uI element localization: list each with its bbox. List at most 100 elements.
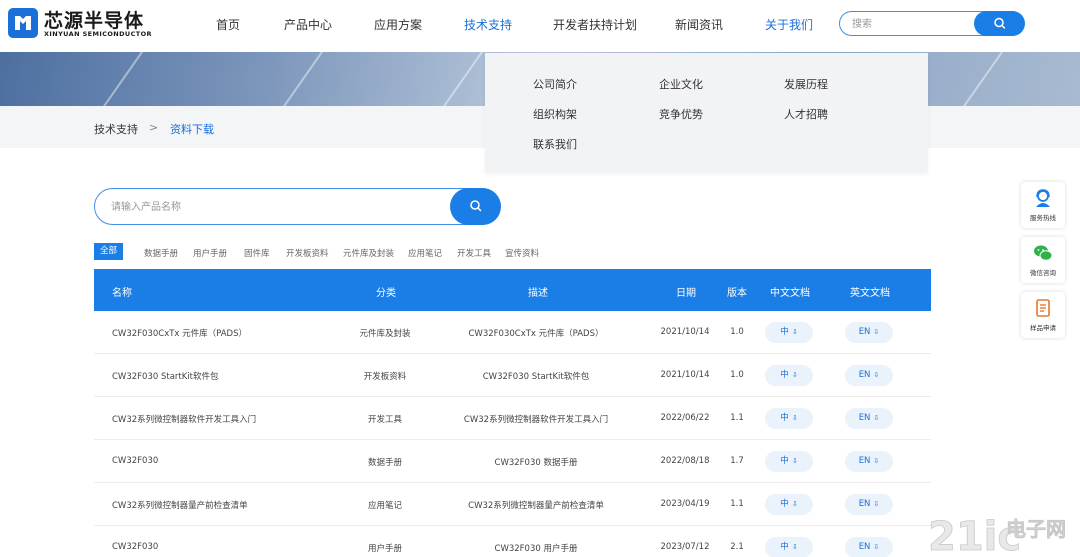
table-header: 名称 分类 描述 日期 版本 中文文档 英文文档 <box>94 269 931 311</box>
wechat-icon <box>1034 245 1053 261</box>
cn-doc-download-button[interactable]: 中 ⇩ <box>765 365 813 386</box>
en-doc-label: EN <box>858 370 871 380</box>
cell-category: 开发工具 <box>367 415 403 425</box>
cell-description: CW32F030 用户手册 <box>494 544 578 554</box>
tab-dev-tools[interactable]: 开发工具 <box>457 247 491 259</box>
breadcrumb-current[interactable]: 资料下载 <box>170 121 214 137</box>
cell-version: 1.1 <box>730 413 744 423</box>
dropdown-item-history[interactable]: 发展历程 <box>784 76 828 92</box>
dropdown-item-advantages[interactable]: 竞争优势 <box>659 106 703 122</box>
cell-description: CW32F030CxTx 元件库（PADS） <box>468 329 604 339</box>
table-row: CW32系列微控制器量产前检查清单 应用笔记 CW32系列微控制器量产前检查清单 20… <box>94 483 931 526</box>
download-icon: ⇩ <box>873 543 880 551</box>
nav-item-products[interactable]: 产品中心 <box>284 16 332 33</box>
cn-doc-label: 中 <box>780 499 789 509</box>
side-sample-label: 样品申请 <box>1030 324 1056 332</box>
dropdown-item-culture[interactable]: 企业文化 <box>659 76 703 92</box>
table-row: CW32F030 StartKit软件包 开发板资料 CW32F030 StartK… <box>94 354 931 397</box>
sample-form-icon <box>1036 299 1050 317</box>
en-doc-label: EN <box>858 413 871 423</box>
cell-date: 2022/06/22 <box>660 413 710 423</box>
dropdown-item-careers[interactable]: 人才招聘 <box>784 106 828 122</box>
en-doc-download-button[interactable]: EN ⇩ <box>845 494 893 515</box>
download-icon: ⇩ <box>791 457 798 465</box>
tab-user-manual[interactable]: 用户手册 <box>193 247 227 259</box>
cn-doc-label: 中 <box>780 456 789 466</box>
download-icon: ⇩ <box>873 500 880 508</box>
cn-doc-download-button[interactable]: 中 ⇩ <box>765 537 813 557</box>
search-icon <box>994 17 1006 29</box>
customer-service-icon <box>1036 189 1050 207</box>
tab-app-notes[interactable]: 应用笔记 <box>408 247 442 259</box>
dropdown-item-organization[interactable]: 组织构架 <box>533 106 577 122</box>
download-icon: ⇩ <box>791 500 798 508</box>
cn-doc-label: 中 <box>780 327 789 337</box>
tab-component-library[interactable]: 元件库及封装 <box>343 247 394 259</box>
dropdown-item-company-profile[interactable]: 公司简介 <box>533 76 577 92</box>
product-search <box>94 188 501 225</box>
nav-item-solutions[interactable]: 应用方案 <box>374 16 422 33</box>
cell-version: 1.1 <box>730 499 744 509</box>
cell-date: 2021/10/14 <box>660 327 710 337</box>
cell-category: 应用笔记 <box>367 501 403 511</box>
column-header-date: 日期 <box>676 288 696 299</box>
en-doc-label: EN <box>858 327 871 337</box>
side-hotline-button[interactable]: 服务热线 <box>1021 182 1065 228</box>
en-doc-download-button[interactable]: EN ⇩ <box>845 408 893 429</box>
side-sample-button[interactable]: 样品申请 <box>1021 292 1065 338</box>
cell-name: CW32系列微控制器量产前检查清单 <box>112 501 248 511</box>
nav-item-news[interactable]: 新闻资讯 <box>675 16 723 33</box>
nav-item-tech-support[interactable]: 技术支持 <box>464 16 512 33</box>
cell-name: CW32F030 <box>112 456 159 466</box>
column-header-category: 分类 <box>376 288 396 299</box>
cell-name: CW32F030 <box>112 542 159 552</box>
nav-item-about-us[interactable]: 关于我们 <box>765 16 813 33</box>
download-icon: ⇩ <box>873 371 880 379</box>
cn-doc-label: 中 <box>780 542 789 552</box>
nav-item-home[interactable]: 首页 <box>216 16 240 33</box>
table-row: CW32F030CxTx 元件库（PADS） 元件库及封装 CW32F030CxTx… <box>94 311 931 354</box>
download-icon: ⇩ <box>873 457 880 465</box>
cn-doc-download-button[interactable]: 中 ⇩ <box>765 451 813 472</box>
watermark-logo: 21ic 电子网 <box>928 514 1066 556</box>
en-doc-download-button[interactable]: EN ⇩ <box>845 322 893 343</box>
table-row: CW32系列微控制器软件开发工具入门 开发工具 CW32系列微控制器软件开发工具入门… <box>94 397 931 440</box>
cell-category: 元件库及封装 <box>359 329 411 339</box>
cell-category: 开发板资料 <box>363 372 407 382</box>
breadcrumb-parent[interactable]: 技术支持 <box>94 121 138 137</box>
tab-devboard[interactable]: 开发板资料 <box>286 247 329 259</box>
cn-doc-download-button[interactable]: 中 ⇩ <box>765 322 813 343</box>
column-header-version: 版本 <box>727 288 747 299</box>
download-icon: ⇩ <box>791 414 798 422</box>
logo-icon[interactable] <box>8 8 38 38</box>
en-doc-download-button[interactable]: EN ⇩ <box>845 537 893 557</box>
cell-description: CW32系列微控制器量产前检查清单 <box>468 501 604 511</box>
cell-name: CW32F030CxTx 元件库（PADS） <box>112 329 247 339</box>
cn-doc-download-button[interactable]: 中 ⇩ <box>765 408 813 429</box>
tab-all[interactable]: 全部 <box>94 243 124 260</box>
download-icon: ⇩ <box>873 328 880 336</box>
header-search-button[interactable] <box>974 11 1025 36</box>
product-search-button[interactable] <box>450 188 501 225</box>
nav-item-developer-program[interactable]: 开发者扶持计划 <box>553 16 637 33</box>
product-search-input[interactable] <box>111 199 411 215</box>
brand-name[interactable]: 芯源半导体 <box>44 6 144 33</box>
en-doc-label: EN <box>858 499 871 509</box>
cn-doc-label: 中 <box>780 370 789 380</box>
tab-promo[interactable]: 宣传资料 <box>505 247 539 259</box>
column-header-cn-doc: 中文文档 <box>770 288 810 299</box>
table-row: CW32F030 用户手册 CW32F030 用户手册 2023/07/12 2.1 中 ⇩… <box>94 526 931 557</box>
cell-date: 2022/08/18 <box>660 456 710 466</box>
cell-version: 1.0 <box>730 370 744 380</box>
side-wechat-button[interactable]: 微信咨询 <box>1021 237 1065 283</box>
tab-firmware[interactable]: 固件库 <box>244 247 270 259</box>
en-doc-download-button[interactable]: EN ⇩ <box>845 451 893 472</box>
en-doc-download-button[interactable]: EN ⇩ <box>845 365 893 386</box>
tab-datasheet[interactable]: 数据手册 <box>144 247 178 259</box>
cn-doc-download-button[interactable]: 中 ⇩ <box>765 494 813 515</box>
header-search-input[interactable] <box>852 16 972 32</box>
table-row: CW32F030 数据手册 CW32F030 数据手册 2022/08/18 1.7 中 ⇩… <box>94 440 931 483</box>
dropdown-item-contact[interactable]: 联系我们 <box>533 136 577 152</box>
cn-doc-label: 中 <box>780 413 789 423</box>
site-header: 芯源半导体 XINYUAN SEMICONDUCTOR 首页 产品中心 应用方案… <box>0 0 1080 52</box>
